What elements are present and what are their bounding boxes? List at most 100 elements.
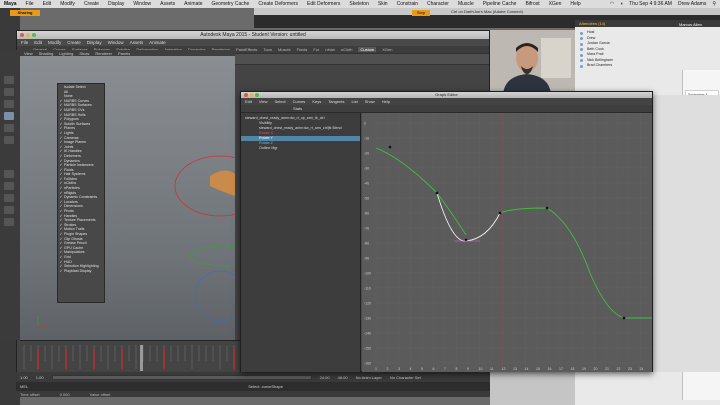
menubar-user[interactable]: Drew Adams — [678, 1, 706, 7]
keyframe[interactable] — [545, 206, 549, 210]
keyframe[interactable] — [435, 191, 439, 195]
ge-menu-show[interactable]: Show — [365, 99, 375, 104]
sharing-button[interactable]: Sharing — [10, 10, 40, 16]
menu-create-deformers[interactable]: Create Deformers — [258, 1, 298, 7]
timeline-keyframe[interactable] — [65, 349, 67, 369]
minimize-icon[interactable] — [249, 93, 253, 97]
viewport-menu-show[interactable]: Show — [79, 51, 89, 56]
ge-menu-select[interactable]: Select — [275, 99, 286, 104]
menu-xgen[interactable]: XGen — [549, 1, 562, 7]
keyframe[interactable] — [622, 316, 626, 320]
range-start-field[interactable]: 1.00 — [20, 375, 28, 380]
viewport-menu-lighting[interactable]: Lighting — [59, 51, 73, 56]
ge-menu-tangents[interactable]: Tangents — [328, 99, 344, 104]
shelf-tab[interactable]: Muscle — [278, 47, 291, 52]
menu-skeleton[interactable]: Skeleton — [349, 1, 368, 7]
viewport-menu-panels[interactable]: Panels — [118, 51, 130, 56]
wifi-icon[interactable]: ◠ — [610, 1, 614, 7]
char-set-dropdown[interactable]: No Character Set — [390, 375, 421, 380]
menu-assets[interactable]: Assets — [160, 1, 175, 7]
selected-curve-segment[interactable] — [436, 192, 501, 242]
command-language-label[interactable]: MEL — [20, 384, 28, 389]
ge-menu-view[interactable]: View — [259, 99, 268, 104]
spotlight-icon[interactable]: ⚲ — [712, 1, 716, 7]
close-icon[interactable] — [244, 93, 248, 97]
close-icon[interactable] — [20, 33, 24, 37]
menu-muscle[interactable]: Muscle — [458, 1, 474, 7]
maya-menu-display[interactable]: Display — [87, 40, 102, 45]
shelf-tab[interactable]: Toon — [263, 47, 272, 52]
timeline-keyframe[interactable] — [121, 349, 123, 369]
move-tool-icon[interactable] — [4, 112, 14, 120]
current-frame-marker[interactable] — [140, 345, 143, 371]
menu-pipeline-cache[interactable]: Pipeline Cache — [483, 1, 517, 7]
layout-icon[interactable] — [4, 170, 14, 178]
menu-character[interactable]: Character — [427, 1, 449, 7]
volume-icon[interactable]: ◖ — [620, 1, 623, 7]
zoom-icon[interactable] — [32, 33, 36, 37]
timeline-keyframe[interactable] — [233, 349, 235, 369]
shelf-tab[interactable]: Fluids — [297, 47, 308, 52]
menu-edit-deformers[interactable]: Edit Deformers — [307, 1, 340, 7]
maya-menu-modify[interactable]: Modify — [48, 40, 61, 45]
menu-animate[interactable]: Animate — [184, 1, 202, 7]
maya-menu-assets[interactable]: Assets — [130, 40, 144, 45]
timeline-keyframe[interactable] — [93, 349, 95, 369]
layout-icon[interactable] — [4, 206, 14, 214]
maya-menu-window[interactable]: Window — [108, 40, 124, 45]
outliner-row[interactable]: Outline Mgr — [241, 146, 360, 151]
zoom-icon[interactable] — [255, 93, 259, 97]
keyframe[interactable] — [388, 145, 392, 149]
rotate-tool-icon[interactable] — [4, 124, 14, 132]
keyframe[interactable] — [498, 211, 502, 215]
select-tool-icon[interactable] — [4, 76, 14, 84]
maya-menu-edit[interactable]: Edit — [34, 40, 42, 45]
maya-menu-file[interactable]: File — [21, 40, 28, 45]
shelf-tab[interactable]: nHair — [325, 47, 335, 52]
lasso-tool-icon[interactable] — [4, 88, 14, 96]
ge-menu-curves[interactable]: Curves — [293, 99, 306, 104]
layout-icon[interactable] — [4, 194, 14, 202]
menu-bifrost[interactable]: Bifrost — [525, 1, 539, 7]
menu-constrain[interactable]: Constrain — [397, 1, 418, 7]
viewport-menu-renderer[interactable]: Renderer — [95, 51, 112, 56]
viewport-menu-view[interactable]: View — [24, 51, 33, 56]
show-menu-item[interactable]: ✓ Playblast Display — [58, 269, 104, 274]
viewport-menu-shading[interactable]: Shading — [39, 51, 54, 56]
maya-menu-create[interactable]: Create — [67, 40, 81, 45]
shelf-tab[interactable]: Fur — [313, 47, 319, 52]
layout-icon[interactable] — [4, 182, 14, 190]
ge-menu-edit[interactable]: Edit — [245, 99, 252, 104]
menu-create[interactable]: Create — [84, 1, 99, 7]
stop-sharing-button[interactable]: Stop — [412, 10, 430, 16]
attendee-row[interactable]: Brad Chambers — [575, 63, 675, 69]
minimize-icon[interactable] — [26, 33, 30, 37]
perspective-viewport[interactable]: View Shading Lighting Show Renderer Pane… — [20, 50, 235, 340]
timeline-keyframe[interactable] — [163, 349, 165, 369]
anim-layer-dropdown[interactable]: No Anim Layer — [356, 375, 382, 380]
menu-modify[interactable]: Modify — [60, 1, 75, 7]
menu-edit[interactable]: Edit — [43, 1, 52, 7]
scale-tool-icon[interactable] — [4, 136, 14, 144]
command-line[interactable]: MEL Select: curveShape — [16, 382, 490, 391]
ge-menu-list[interactable]: List — [351, 99, 357, 104]
paint-tool-icon[interactable] — [4, 100, 14, 108]
app-menu-maya[interactable]: Maya — [4, 1, 17, 7]
shelf-tab[interactable]: nCloth — [341, 47, 353, 52]
menu-display[interactable]: Display — [108, 1, 124, 7]
range-end2-field[interactable]: 48.00 — [338, 375, 348, 380]
layout-icon[interactable] — [4, 218, 14, 226]
ge-menu-keys[interactable]: Keys — [312, 99, 321, 104]
menu-help[interactable]: Help — [570, 1, 580, 7]
menubar-clock[interactable]: Thu Sep 4 9:36 AM — [629, 1, 672, 7]
range-bar[interactable] — [51, 374, 312, 380]
shelf-tab[interactable]: PaintEffects — [236, 47, 257, 52]
maya-menu-animate[interactable]: Animate — [149, 40, 166, 45]
menu-skin[interactable]: Skin — [378, 1, 388, 7]
range-start2-field[interactable]: 1.00 — [36, 375, 44, 380]
menu-window[interactable]: Window — [133, 1, 151, 7]
curve-canvas[interactable]: 0 -10 -20 -30 -40 -50 -60 -70 -80 -90 -100 -110 -120… — [362, 113, 652, 372]
range-end-field[interactable]: 24.00 — [320, 375, 330, 380]
menu-file[interactable]: File — [26, 1, 34, 7]
shelf-tab-custom[interactable]: Custom — [358, 47, 377, 52]
